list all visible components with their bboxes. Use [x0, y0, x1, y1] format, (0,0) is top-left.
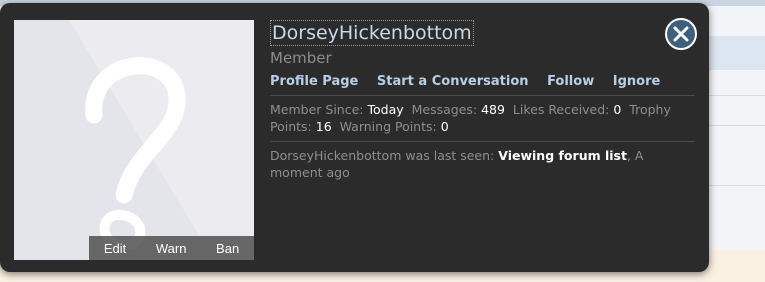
- profile-page-link[interactable]: Profile Page: [270, 74, 358, 89]
- user-title: Member: [270, 49, 332, 67]
- likes-value: 0: [613, 102, 622, 117]
- divider: [270, 95, 695, 96]
- start-conversation-link[interactable]: Start a Conversation: [377, 74, 529, 89]
- member-since-value: Today: [367, 102, 404, 117]
- member-card-overlay: Edit Warn Ban DorseyHickenbottom Member …: [0, 3, 709, 272]
- last-seen-activity: Viewing forum list: [498, 148, 627, 163]
- username-link[interactable]: DorseyHickenbottom: [270, 20, 474, 46]
- close-button[interactable]: [665, 18, 697, 50]
- last-seen: DorseyHickenbottom was last seen: Viewin…: [270, 148, 644, 180]
- default-avatar-icon: [69, 20, 254, 260]
- warn-button[interactable]: Warn: [148, 241, 195, 256]
- likes-label: Likes Received:: [512, 102, 610, 117]
- follow-link[interactable]: Follow: [547, 74, 594, 89]
- member-info: DorseyHickenbottom Member Profile Page S…: [270, 20, 695, 181]
- ban-button[interactable]: Ban: [208, 241, 247, 256]
- edit-button[interactable]: Edit: [96, 241, 134, 256]
- warning-value: 0: [440, 119, 449, 134]
- close-icon: [673, 26, 689, 42]
- member-stats: Member Since: Today Messages: 489 Likes …: [270, 101, 695, 135]
- messages-label: Messages:: [411, 102, 478, 117]
- trophy-value[interactable]: 16: [316, 119, 332, 134]
- page-divider: [700, 125, 765, 126]
- avatar[interactable]: [14, 20, 254, 260]
- divider: [270, 141, 695, 142]
- member-since-label: Member Since:: [270, 102, 364, 117]
- member-links: Profile Page Start a Conversation Follow…: [270, 74, 695, 89]
- last-seen-prefix: DorseyHickenbottom was last seen:: [270, 148, 495, 163]
- page-divider: [700, 95, 765, 96]
- moderation-bar: Edit Warn Ban: [89, 236, 254, 260]
- warning-label: Warning Points:: [339, 119, 437, 134]
- page-divider: [700, 185, 765, 186]
- ignore-link[interactable]: Ignore: [613, 74, 661, 89]
- messages-value[interactable]: 489: [481, 102, 505, 117]
